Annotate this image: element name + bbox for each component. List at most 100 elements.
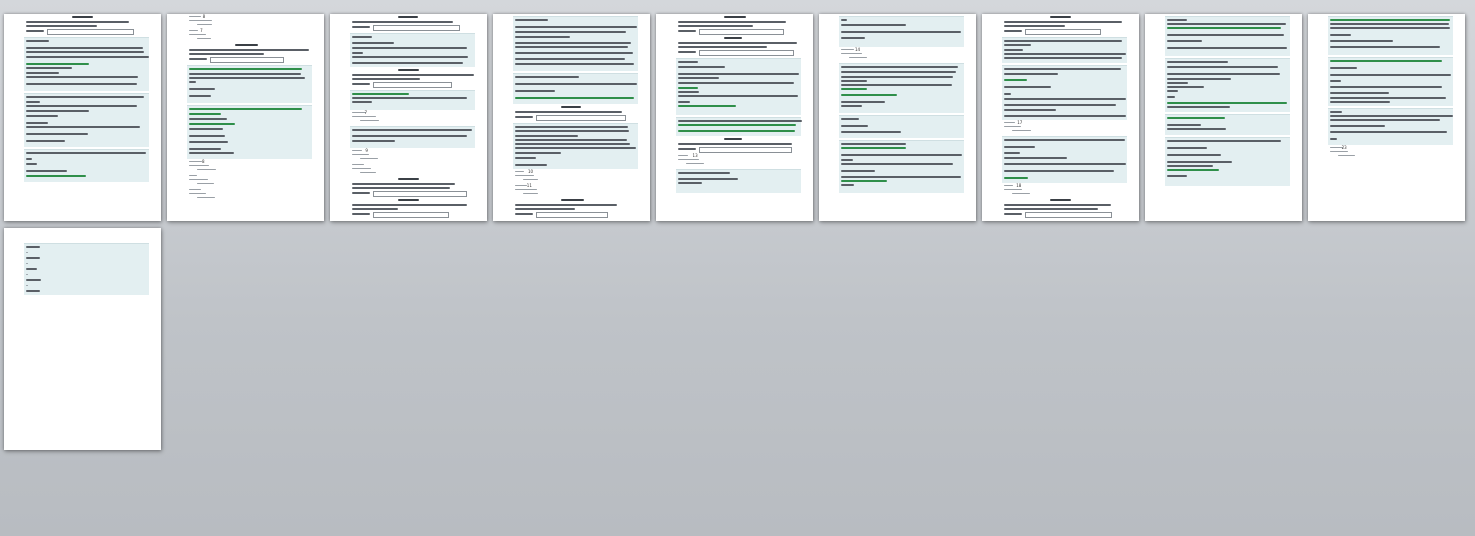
input-field[interactable]: [210, 57, 284, 63]
page-thumbnail[interactable]: 14: [819, 14, 976, 221]
text-line: [26, 170, 68, 172]
input-field[interactable]: [699, 29, 785, 35]
meta-line: [360, 120, 379, 122]
text-line: [26, 257, 40, 259]
input-field[interactable]: [1025, 212, 1112, 218]
text-line: [515, 63, 634, 65]
text-line: [1330, 60, 1443, 62]
text-line: [352, 36, 372, 38]
page-thumbnail[interactable]: 17 18: [982, 14, 1139, 221]
page-thumbnail[interactable]: 8 7 8: [167, 14, 324, 221]
input-field[interactable]: [47, 29, 135, 35]
input-field[interactable]: [373, 25, 461, 31]
section-heading: [235, 44, 258, 46]
text-line: [1167, 86, 1205, 88]
text-line: [515, 204, 617, 206]
meta-line: [352, 168, 371, 170]
input-field[interactable]: [1025, 29, 1101, 35]
text-line: [515, 19, 548, 21]
input-field[interactable]: [536, 115, 626, 121]
page-thumbnail[interactable]: 10 11: [493, 14, 650, 221]
text-line: [1167, 66, 1279, 68]
meta-line: [189, 175, 198, 177]
text-line: [26, 284, 28, 286]
text-line: [841, 143, 906, 145]
text-line: [189, 68, 303, 70]
page-marker: 7: [200, 28, 203, 33]
section-heading: [398, 199, 420, 201]
text-line: [678, 178, 738, 180]
text-line: [189, 123, 235, 125]
text-line: [1004, 86, 1051, 88]
text-line: [678, 143, 792, 145]
text-line: [26, 115, 59, 117]
meta-line: [841, 49, 854, 51]
text-line: [515, 143, 630, 145]
meta-line: [197, 169, 217, 171]
input-field[interactable]: [699, 147, 792, 153]
text-line: [841, 105, 862, 107]
input-field[interactable]: [373, 82, 452, 88]
text-line: [678, 182, 702, 184]
text-line: [26, 268, 38, 270]
text-line: [841, 170, 876, 172]
input-field[interactable]: [699, 50, 794, 56]
text-line: [678, 25, 753, 27]
text-line: [352, 101, 372, 103]
input-field[interactable]: [373, 191, 468, 197]
text-line: [1167, 169, 1220, 171]
meta-line: [352, 154, 370, 156]
text-line: [352, 97, 467, 99]
section-heading: [724, 16, 747, 18]
page-thumbnail[interactable]: [4, 228, 161, 450]
page-thumbnail[interactable]: [1145, 14, 1302, 221]
section-heading: [561, 199, 584, 201]
meta-line: [189, 179, 208, 181]
text-line: [26, 152, 146, 154]
page-thumbnail[interactable]: 13: [656, 14, 813, 221]
text-line: [189, 81, 196, 83]
text-line: [26, 158, 33, 160]
page-marker: 8: [202, 159, 205, 164]
page-marker: 13: [692, 153, 698, 158]
text-line: [515, 139, 627, 141]
text-line: [1330, 92, 1390, 94]
section-heading: [1050, 199, 1071, 201]
text-line: [352, 42, 394, 44]
text-line: [189, 135, 225, 137]
text-line: [1330, 23, 1450, 25]
page-thumbnail[interactable]: [4, 14, 161, 221]
text-line: [189, 141, 228, 143]
meta-line: [189, 20, 212, 22]
meta-line: [515, 185, 528, 187]
text-line: [678, 21, 786, 23]
text-line: [841, 163, 953, 165]
text-line: [515, 135, 578, 137]
text-line: [841, 131, 902, 133]
text-line: [352, 208, 399, 210]
text-line: [26, 122, 48, 124]
input-field[interactable]: [536, 212, 608, 218]
text-line: [189, 113, 222, 115]
text-line: [1004, 44, 1032, 46]
field-label: [678, 148, 696, 150]
highlight-block: [513, 73, 638, 104]
text-line: [841, 24, 907, 26]
input-field[interactable]: [373, 212, 450, 218]
text-line: [26, 163, 38, 165]
highlight-block: [24, 93, 149, 147]
text-line: [841, 184, 855, 186]
text-line: [1167, 47, 1287, 49]
text-line: [1167, 154, 1222, 156]
page-thumbnail[interactable]: 79: [330, 14, 487, 221]
text-line: [352, 135, 467, 137]
text-line: [352, 21, 453, 23]
meta-line: [352, 164, 364, 166]
page-thumbnail[interactable]: 23: [1308, 14, 1465, 221]
highlight-block: [1328, 57, 1453, 106]
meta-line: [189, 161, 202, 163]
text-line: [1330, 80, 1342, 82]
text-line: [515, 111, 623, 113]
text-line: [1330, 74, 1452, 76]
text-line: [515, 157, 537, 159]
